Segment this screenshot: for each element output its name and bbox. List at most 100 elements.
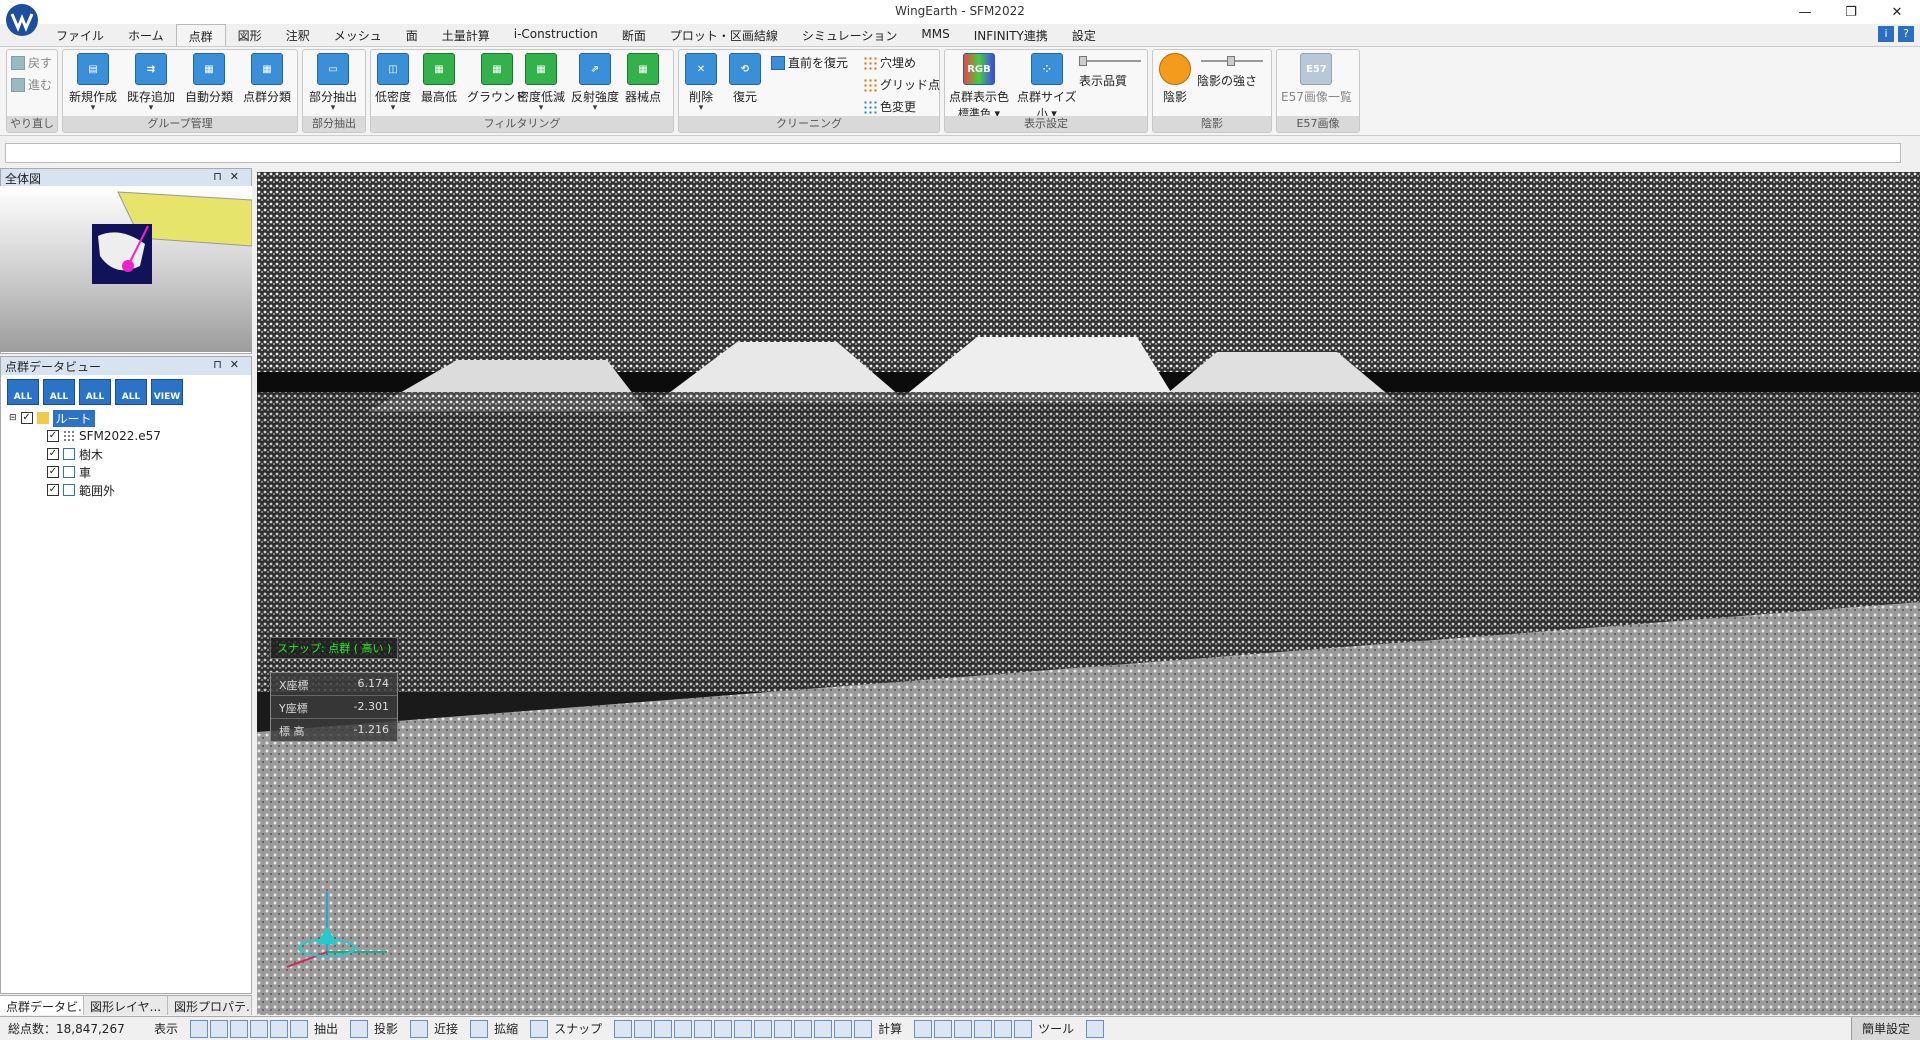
menu-section[interactable]: 断面 [610, 24, 658, 46]
snap-tool-icon[interactable] [614, 1019, 633, 1038]
tree-checkbox[interactable]: ✓ [20, 412, 33, 424]
easy-settings-button[interactable]: 簡単設定 [1850, 1017, 1920, 1040]
view-button[interactable]: VIEW [151, 379, 183, 405]
collapse-icon[interactable]: ⊟ [9, 413, 17, 423]
overview-map[interactable] [0, 186, 253, 352]
tree-item-cars[interactable]: ✓ 車 [9, 463, 251, 481]
auto-classify-button[interactable]: ▦ 自動分類 [185, 53, 233, 105]
snap-tool-icon[interactable] [754, 1019, 773, 1038]
calc-tool-icon[interactable] [914, 1019, 933, 1038]
redo-button[interactable]: 進む [11, 76, 52, 93]
display-tool-icon[interactable] [190, 1019, 209, 1038]
tree-item-root[interactable]: ⊟ ✓ ルート [9, 409, 251, 427]
display-tool-icon[interactable] [230, 1019, 249, 1038]
snap-tool-icon[interactable] [674, 1019, 693, 1038]
menu-infinity[interactable]: INFINITY連携 [962, 24, 1060, 46]
minimize-button[interactable]: — [1782, 0, 1828, 24]
shade-strength-thumb[interactable] [1227, 56, 1235, 66]
new-group-button[interactable]: ▤ 新規作成 ▾ [69, 53, 117, 113]
menu-file[interactable]: ファイル [44, 24, 116, 46]
partial-extract-button[interactable]: ▭ 部分抽出 ▾ [309, 53, 357, 113]
panel-close-icon[interactable]: ✕ [230, 170, 247, 183]
show-all-button[interactable]: ALL [7, 379, 39, 405]
camera-icon[interactable] [470, 1019, 489, 1038]
tool-icon[interactable] [1086, 1019, 1105, 1038]
display-tool-icon[interactable] [210, 1019, 229, 1038]
color-change-button[interactable]: 色変更 [863, 98, 916, 115]
pin-icon[interactable]: ⊓ [213, 170, 230, 183]
tree-checkbox[interactable]: ✓ [47, 484, 59, 496]
tab-shape-property[interactable]: 図形プロパテ... [168, 996, 252, 1015]
panel-close-icon[interactable]: ✕ [230, 358, 247, 371]
pointcloud-size-button[interactable]: ⁘ 点群サイズ小 ▾ [1017, 53, 1077, 121]
e57-image-list-button[interactable]: E57 E57画像一覧 [1281, 53, 1352, 105]
tree-item-e57[interactable]: ✓ SFM2022.e57 [9, 427, 251, 445]
menu-earthwork[interactable]: 土量計算 [430, 24, 502, 46]
3d-viewport[interactable] [257, 172, 1920, 1015]
command-line-input[interactable] [5, 143, 1901, 163]
display-quality-thumb[interactable] [1079, 56, 1087, 66]
menu-annotation[interactable]: 注釈 [274, 24, 322, 46]
tree-item-trees[interactable]: ✓ 樹木 [9, 445, 251, 463]
pc-classify-button[interactable]: ▦ 点群分類 [243, 53, 291, 105]
zoom-tool-icon[interactable] [530, 1019, 549, 1038]
low-density-button[interactable]: ◫ 低密度 ▾ [375, 53, 411, 113]
calc-tool-icon[interactable] [974, 1019, 993, 1038]
menu-pointcloud[interactable]: 点群 [175, 24, 226, 46]
tree-checkbox[interactable]: ✓ [47, 448, 59, 460]
projection-tool-icon[interactable] [410, 1019, 429, 1038]
snap-tool-icon[interactable] [814, 1019, 833, 1038]
display-tool-icon[interactable] [270, 1019, 289, 1038]
shade-button[interactable]: 陰影 [1159, 53, 1191, 105]
pin-icon[interactable]: ⊓ [213, 358, 230, 371]
restore-button[interactable]: ❐ [1828, 0, 1874, 24]
menu-mesh[interactable]: メッシュ [322, 24, 394, 46]
snap-tool-icon[interactable] [774, 1019, 793, 1038]
snap-tool-icon[interactable] [654, 1019, 673, 1038]
hole-fill-button[interactable]: 穴埋め [863, 54, 916, 71]
calc-tool-icon[interactable] [954, 1019, 973, 1038]
menu-plot[interactable]: プロット・区画結線 [658, 24, 790, 46]
menu-mms[interactable]: MMS [909, 24, 961, 46]
calc-tool-icon[interactable] [934, 1019, 953, 1038]
grid-point-button[interactable]: グリッド点 [863, 76, 940, 93]
menu-shape[interactable]: 図形 [226, 24, 274, 46]
tree-checkbox[interactable]: ✓ [47, 430, 59, 442]
pointcloud-color-button[interactable]: RGB 点群表示色 標準色 ▾ [949, 53, 1009, 121]
tree-item-outside[interactable]: ✓ 範囲外 [9, 481, 251, 499]
display-quality-slider[interactable] [1079, 56, 1141, 66]
calc-tool-icon[interactable] [1014, 1019, 1033, 1038]
menu-simulation[interactable]: シミュレーション [790, 24, 910, 46]
tab-pointcloud-dataview[interactable]: 点群データビ... [0, 996, 84, 1015]
extract-tool-icon[interactable] [350, 1019, 369, 1038]
snap-tool-icon[interactable] [714, 1019, 733, 1038]
snap-tool-icon[interactable] [794, 1019, 813, 1038]
close-button[interactable]: ✕ [1874, 0, 1920, 24]
restore-previous-button[interactable]: 直前を復元 [771, 54, 848, 71]
check-all-button[interactable]: ALL [79, 379, 111, 405]
snap-tool-icon[interactable] [634, 1019, 653, 1038]
tree-checkbox[interactable]: ✓ [47, 466, 59, 478]
shade-strength-slider[interactable] [1201, 56, 1263, 66]
expand-all-button[interactable]: ALL [43, 379, 75, 405]
info-icon[interactable]: i [1878, 26, 1894, 42]
menu-home[interactable]: ホーム [116, 24, 176, 46]
highlow-button[interactable]: ▦ 最高低 [421, 53, 457, 105]
calc-tool-icon[interactable] [994, 1019, 1013, 1038]
snap-tool-icon[interactable] [854, 1019, 873, 1038]
display-tool-icon[interactable] [290, 1019, 309, 1038]
menu-iconstruction[interactable]: i-Construction [502, 24, 610, 46]
delete-button[interactable]: ✕ 削除 ▾ [685, 53, 717, 113]
snap-tool-icon[interactable] [734, 1019, 753, 1038]
tab-shape-layer[interactable]: 図形レイヤ... [84, 996, 168, 1015]
reflect-intensity-button[interactable]: ⇗ 反射強度 ▾ [571, 53, 619, 113]
snap-tool-icon[interactable] [694, 1019, 713, 1038]
snap-tool-icon[interactable] [834, 1019, 853, 1038]
restore-points-button[interactable]: ⟲ 復元 [729, 53, 761, 105]
undo-button[interactable]: 戻す [11, 54, 52, 71]
uncheck-all-button[interactable]: ALL [115, 379, 147, 405]
density-reduce-button[interactable]: ▦ 密度低減 ▾ [517, 53, 565, 113]
add-existing-button[interactable]: ⇉ 既存追加 ▾ [127, 53, 175, 113]
menu-settings[interactable]: 設定 [1060, 24, 1108, 46]
display-tool-icon[interactable] [250, 1019, 269, 1038]
